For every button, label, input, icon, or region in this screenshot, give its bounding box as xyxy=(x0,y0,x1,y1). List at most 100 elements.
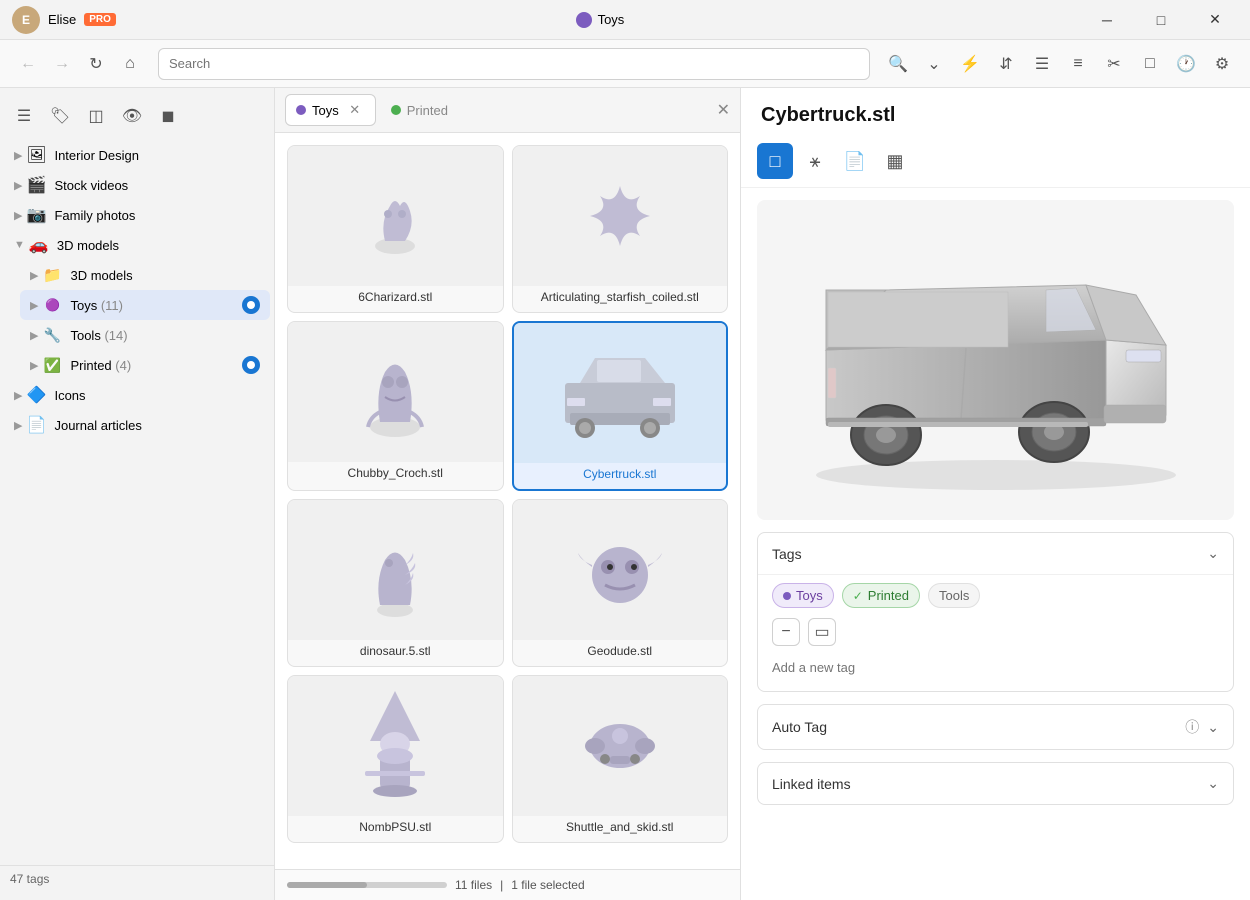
detail-3d-view-btn[interactable]: □ xyxy=(757,143,793,179)
titlebar-left: E Elise PRO xyxy=(12,6,116,34)
file-thumbnail xyxy=(288,322,503,462)
list-btn[interactable]: ☰ xyxy=(1026,48,1058,80)
sidebar-menu-btn[interactable]: ☰ xyxy=(8,100,40,132)
sidebar: ☰ 🏷 ◫ 👁 ◼ ▶ 🖼 Interior Design ▶ 🎬 Stock … xyxy=(0,88,275,900)
file-name: NombPSU.stl xyxy=(288,816,503,834)
minimize-button[interactable]: ─ xyxy=(1084,6,1130,34)
toys-tag-dot xyxy=(783,592,791,600)
file-grid: 6Charizard.stl Articulating_starfish_coi… xyxy=(275,133,740,869)
scrollbar-thumb[interactable] xyxy=(287,882,367,888)
scissors-btn[interactable]: ✂ xyxy=(1098,48,1130,80)
model-preview xyxy=(757,200,1234,520)
grid-footer: 11 files | 1 file selected xyxy=(275,869,740,900)
grid-btn[interactable]: ≡ xyxy=(1062,48,1094,80)
file-card-selected[interactable]: Cybertruck.stl xyxy=(512,321,729,491)
sidebar-item-stock-videos[interactable]: ▶ 🎬 Stock videos xyxy=(4,170,270,200)
refresh-button[interactable]: ↻ xyxy=(80,48,112,80)
search-icon-btn[interactable]: 🔍 xyxy=(882,48,914,80)
file-thumbnail xyxy=(513,500,728,640)
sidebar-item-interior-design[interactable]: ▶ 🖼 Interior Design xyxy=(4,140,270,170)
add-tag-input[interactable] xyxy=(772,656,1219,679)
lightning-btn[interactable]: ⚡ xyxy=(954,48,986,80)
file-card[interactable]: dinosaur.5.stl xyxy=(287,499,504,667)
chevron-right-icon: ▶ xyxy=(30,269,38,282)
file-thumbnail xyxy=(288,146,503,286)
tag-chip-toys[interactable]: Toys xyxy=(772,583,834,608)
layout-btn[interactable]: □ xyxy=(1134,48,1166,80)
sidebar-view-btn[interactable]: 👁 xyxy=(116,100,148,132)
printed-tab-dot xyxy=(391,105,401,115)
dino-preview xyxy=(355,515,435,625)
dropdown-btn[interactable]: ⌄ xyxy=(918,48,950,80)
tools-icon: 🔧 xyxy=(42,325,62,345)
home-button[interactable]: ⌂ xyxy=(114,48,146,80)
sidebar-item-label: 3D models xyxy=(70,268,260,283)
tab-toys[interactable]: Toys ✕ xyxy=(285,94,376,126)
sidebar-item-tools[interactable]: ▶ 🔧 Tools (14) xyxy=(20,320,270,350)
sidebar-item-3d-models-root[interactable]: ▼ 🚗 3D models xyxy=(4,230,270,260)
sidebar-item-printed[interactable]: ▶ ✅ Printed (4) xyxy=(20,350,270,380)
copy-tag-btn[interactable]: ▭ xyxy=(808,618,836,646)
tag-chip-label: Printed xyxy=(868,588,909,603)
detail-panel: Cybertruck.stl □ ⚹ 📄 ▦ xyxy=(740,88,1250,900)
question-icon: ⓘ xyxy=(1185,717,1199,737)
linked-items-header[interactable]: Linked items ⌄ xyxy=(758,763,1233,804)
sidebar-layout-btn[interactable]: ◫ xyxy=(80,100,112,132)
file-name: 6Charizard.stl xyxy=(288,286,503,304)
search-input[interactable] xyxy=(158,48,870,80)
tags-section: Tags ⌄ Toys ✓ Printed Tools xyxy=(757,532,1234,692)
sidebar-item-label: Tools (14) xyxy=(70,328,260,343)
close-icon: ✕ xyxy=(349,102,360,118)
remove-tag-btn[interactable]: − xyxy=(772,618,800,646)
chevron-down-icon: ⌄ xyxy=(1207,719,1219,736)
tag-chip-label: Tools xyxy=(939,588,969,603)
tag-count: 47 tags xyxy=(0,865,274,892)
tab-printed[interactable]: Printed xyxy=(380,97,459,124)
tag-chip-tools[interactable]: Tools xyxy=(928,583,980,608)
sidebar-item-label: Toys (11) xyxy=(70,298,123,313)
close-button[interactable]: ✕ xyxy=(1192,6,1238,34)
file-card[interactable]: Shuttle_and_skid.stl xyxy=(512,675,729,843)
detail-grid-btn[interactable]: ▦ xyxy=(877,143,913,179)
cybertruck-svg xyxy=(766,220,1226,500)
file-name: Cybertruck.stl xyxy=(514,463,727,481)
tab-toys-close[interactable]: ✕ xyxy=(345,100,365,120)
chevron-down-icon: ⌄ xyxy=(1207,775,1219,792)
sidebar-item-toys[interactable]: ▶ 🟣 Toys (11) xyxy=(20,290,270,320)
shuttle-preview xyxy=(565,691,675,801)
sort-btn[interactable]: ⇵ xyxy=(990,48,1022,80)
file-card[interactable]: NombPSU.stl xyxy=(287,675,504,843)
file-card[interactable]: Geodude.stl xyxy=(512,499,729,667)
sidebar-item-3d-models-folder[interactable]: ▶ 📁 3D models xyxy=(20,260,270,290)
sidebar-item-journal[interactable]: ▶ 📄 Journal articles xyxy=(4,410,270,440)
detail-doc-btn[interactable]: 📄 xyxy=(837,143,873,179)
sidebar-item-family-photos[interactable]: ▶ 📷 Family photos xyxy=(4,200,270,230)
file-thumbnail xyxy=(513,676,728,816)
sidebar-item-label: Icons xyxy=(54,388,260,403)
sync-badge xyxy=(242,296,260,314)
sidebar-item-icons[interactable]: ▶ 🔷 Icons xyxy=(4,380,270,410)
sidebar-filter-btn[interactable]: ◼ xyxy=(152,100,184,132)
file-card[interactable]: Chubby_Croch.stl xyxy=(287,321,504,491)
file-card[interactable]: Articulating_starfish_coiled.stl xyxy=(512,145,729,313)
file-card[interactable]: 6Charizard.stl xyxy=(287,145,504,313)
settings-btn[interactable]: ⚙ xyxy=(1206,48,1238,80)
history-btn[interactable]: 🕐 xyxy=(1170,48,1202,80)
tags-section-header[interactable]: Tags ⌄ xyxy=(758,533,1233,574)
file-name: Geodude.stl xyxy=(513,640,728,658)
tag-chip-printed[interactable]: ✓ Printed xyxy=(842,583,920,608)
sidebar-tag-btn[interactable]: 🏷 xyxy=(44,100,76,132)
chevron-right-icon: ▶ xyxy=(30,359,38,372)
maximize-button[interactable]: □ xyxy=(1138,6,1184,34)
file-name: Chubby_Croch.stl xyxy=(288,462,503,480)
forward-button[interactable]: → xyxy=(46,48,78,80)
cybertruck-3d-model xyxy=(766,220,1226,500)
back-button[interactable]: ← xyxy=(12,48,44,80)
tags-row: Toys ✓ Printed Tools xyxy=(772,583,1219,608)
main-layout: ☰ 🏷 ◫ 👁 ◼ ▶ 🖼 Interior Design ▶ 🎬 Stock … xyxy=(0,88,1250,900)
toolbar: ← → ↻ ⌂ 🔍 ⌄ ⚡ ⇵ ☰ ≡ ✂ □ 🕐 ⚙ xyxy=(0,40,1250,88)
autotag-section-header[interactable]: Auto Tag ⓘ ⌄ xyxy=(758,705,1233,749)
close-all-tabs-btn[interactable]: ✕ xyxy=(717,100,730,120)
detail-pin-btn[interactable]: ⚹ xyxy=(797,143,833,179)
file-thumbnail xyxy=(288,500,503,640)
